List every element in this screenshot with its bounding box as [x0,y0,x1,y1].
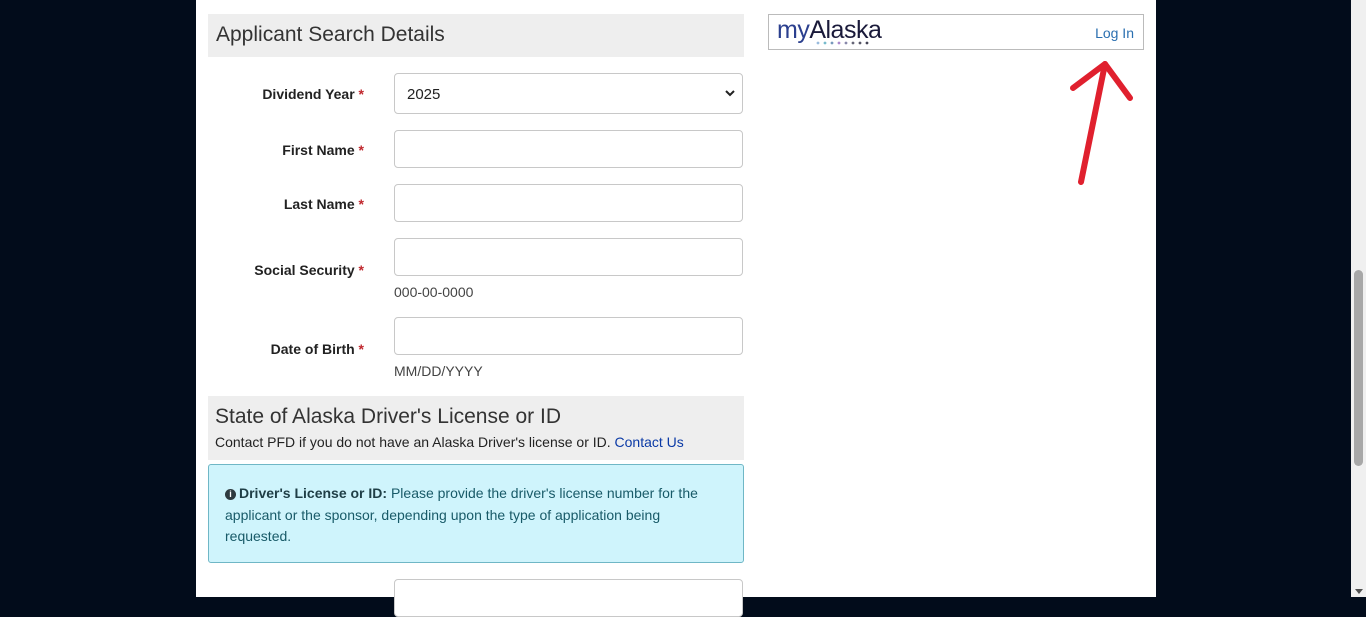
last-name-label: Last Name * [283,196,364,212]
dividend-year-select[interactable]: 2025 [394,73,743,114]
first-name-label: First Name * [282,142,364,158]
ssn-input[interactable] [394,238,743,276]
annotation-arrow-icon [1070,61,1133,185]
dob-label: Date of Birth * [270,341,364,357]
dividend-year-value: 2025 [407,86,441,103]
chevron-down-icon [725,90,735,97]
scrollbar-thumb[interactable] [1354,270,1363,466]
myalaska-login-box: myAlaska Log In [768,14,1144,50]
section-subtitle: Contact PFD if you do not have an Alaska… [215,434,684,450]
ssn-label: Social Security * [254,262,364,278]
contact-us-link[interactable]: Contact Us [615,434,684,450]
first-name-input[interactable] [394,130,743,168]
page-content: Applicant Search Details Dividend Year *… [196,0,1156,617]
dob-format-hint: MM/DD/YYYY [394,363,483,379]
section-title: Applicant Search Details [216,23,445,46]
scroll-down-icon[interactable] [1355,589,1363,594]
dob-input[interactable] [394,317,743,355]
section-title: State of Alaska Driver's License or ID [215,405,561,428]
alert-heading: Driver's License or ID: [239,485,388,501]
page-scrollbar[interactable] [1351,0,1366,597]
applicant-search-header: Applicant Search Details [208,14,744,57]
logo-dots-icon [816,41,869,45]
last-name-input[interactable] [394,184,743,222]
drivers-license-info-alert: i Driver's License or ID: Please provide … [208,464,744,563]
drivers-license-header: State of Alaska Driver's License or ID C… [208,396,744,460]
info-icon: i [225,489,236,500]
ssn-format-hint: 000-00-0000 [394,284,474,300]
log-in-link[interactable]: Log In [1095,25,1134,41]
drivers-license-input[interactable] [394,579,743,617]
dividend-year-label: Dividend Year * [262,86,364,102]
